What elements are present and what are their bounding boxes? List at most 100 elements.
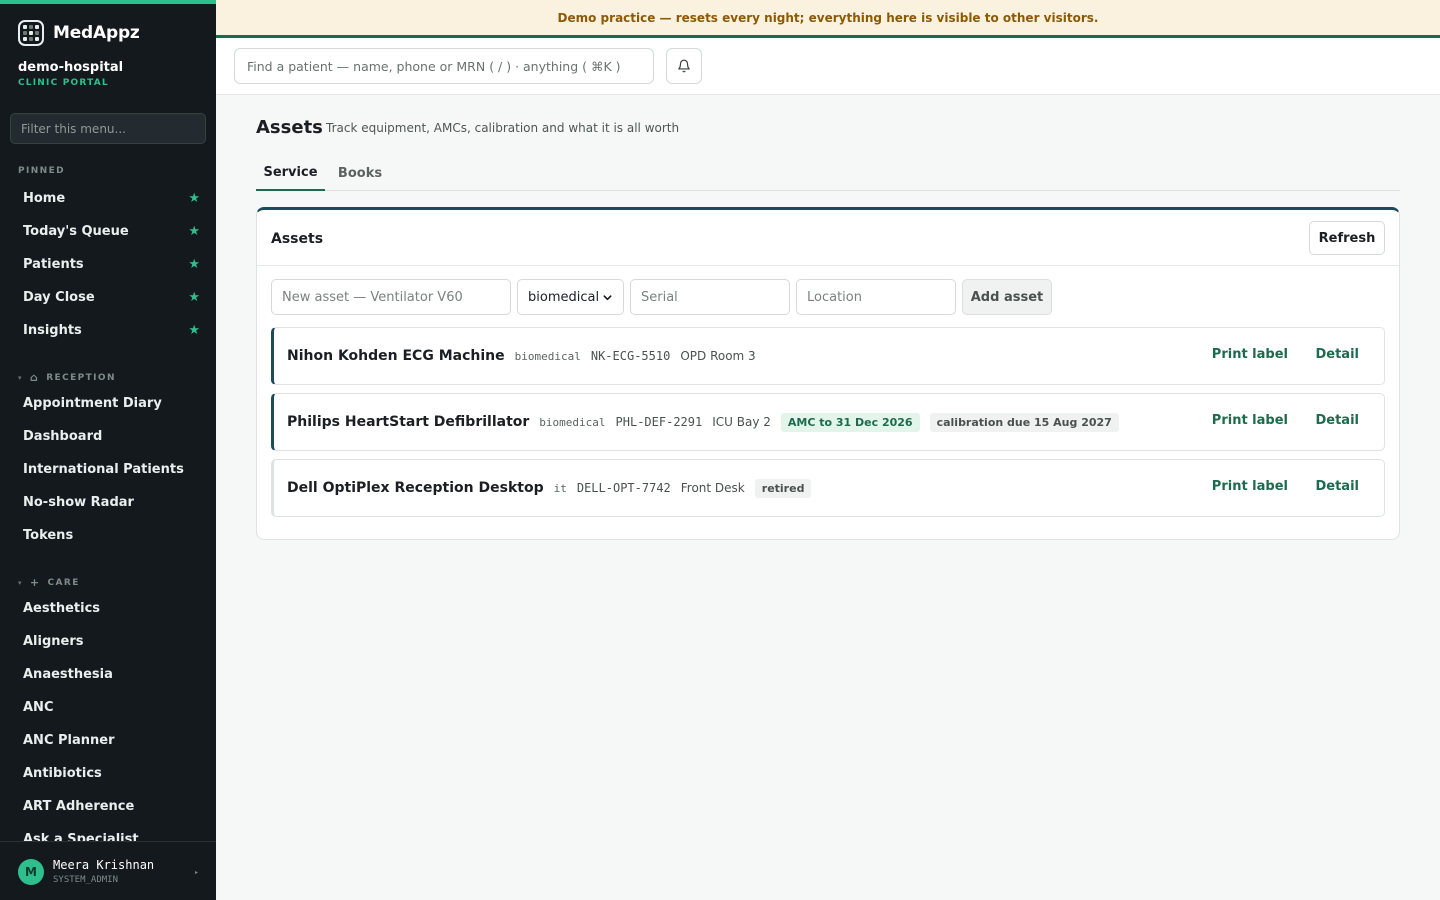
asset-location: Front Desk bbox=[680, 481, 745, 495]
tab-label: Books bbox=[337, 166, 383, 181]
assets-card: Assets Refresh biomedical Add asset Niho… bbox=[256, 207, 1400, 540]
asset-serial: NK-ECG-5510 bbox=[590, 349, 671, 363]
sidebar-item-label: Aesthetics bbox=[23, 600, 101, 616]
sidebar-item-insights[interactable]: Insights ★ bbox=[11, 315, 205, 345]
sidebar-item-label: Antibiotics bbox=[23, 765, 102, 781]
user-name: Meera Krishnan bbox=[53, 858, 155, 872]
notifications-button[interactable] bbox=[666, 48, 702, 84]
sidebar-item-label: Day Close bbox=[23, 289, 95, 305]
detail-link[interactable]: Detail bbox=[1315, 479, 1359, 494]
asset-row: Nihon Kohden ECG Machine biomedical NK-E… bbox=[271, 327, 1385, 385]
sidebar-item-label: Anaesthesia bbox=[23, 666, 113, 682]
demo-banner-text: Demo practice — resets every night; ever… bbox=[557, 10, 1099, 25]
care-section-toggle[interactable]: ▾ + CARE bbox=[18, 576, 80, 589]
detail-link[interactable]: Detail bbox=[1315, 347, 1359, 362]
asset-serial: PHL-DEF-2291 bbox=[615, 415, 703, 429]
print-label-link[interactable]: Print label bbox=[1212, 413, 1288, 428]
pinned-star-icon[interactable]: ★ bbox=[188, 191, 200, 206]
print-label-link[interactable]: Print label bbox=[1212, 479, 1288, 494]
pinned-star-icon[interactable]: ★ bbox=[188, 290, 200, 305]
asset-name: Nihon Kohden ECG Machine bbox=[287, 348, 505, 364]
user-menu[interactable]: M Meera Krishnan SYSTEM_ADMIN ▸ bbox=[0, 841, 216, 900]
sidebar-item-label: Patients bbox=[23, 256, 84, 272]
brand-logo-icon bbox=[18, 20, 44, 46]
asset-serial: DELL-OPT-7742 bbox=[576, 481, 671, 495]
sidebar-item-label: Aligners bbox=[23, 633, 84, 649]
card-title: Assets bbox=[271, 231, 324, 247]
tab-service[interactable]: Service bbox=[256, 156, 325, 191]
serial-input[interactable] bbox=[630, 279, 790, 315]
sidebar-item-aligners[interactable]: Aligners bbox=[11, 626, 205, 656]
status-badge: retired bbox=[754, 478, 812, 498]
patient-search-input[interactable] bbox=[234, 48, 654, 84]
sidebar-item-international-patients[interactable]: International Patients bbox=[11, 454, 205, 484]
care-plus-icon: + bbox=[29, 576, 41, 589]
sidebar-item-anaesthesia[interactable]: Anaesthesia bbox=[11, 659, 205, 689]
collapse-caret-icon: ▾ bbox=[18, 578, 23, 587]
card-divider bbox=[257, 265, 1399, 266]
pinned-section-label: PINNED bbox=[18, 166, 66, 176]
sidebar-item-day-close[interactable]: Day Close ★ bbox=[11, 282, 205, 312]
pinned-star-icon[interactable]: ★ bbox=[188, 257, 200, 272]
asset-name: Philips HeartStart Defibrillator bbox=[287, 414, 530, 430]
calibration-badge: calibration due 15 Aug 2027 bbox=[929, 412, 1119, 432]
asset-info: Nihon Kohden ECG Machine biomedical NK-E… bbox=[287, 328, 756, 384]
section-label-text: RECEPTION bbox=[46, 372, 116, 383]
avatar: M bbox=[18, 859, 44, 885]
sidebar-item-todays-queue[interactable]: Today's Queue ★ bbox=[11, 216, 205, 246]
location-input[interactable] bbox=[796, 279, 956, 315]
reception-section-toggle[interactable]: ▾ ⌂ RECEPTION bbox=[18, 371, 116, 384]
sidebar-item-aesthetics[interactable]: Aesthetics bbox=[11, 593, 205, 623]
add-asset-button[interactable]: Add asset bbox=[962, 279, 1052, 315]
asset-category: biomedical bbox=[514, 349, 581, 363]
user-role: SYSTEM_ADMIN bbox=[53, 875, 119, 885]
sidebar-item-label: ANC Planner bbox=[23, 732, 115, 748]
reception-home-icon: ⌂ bbox=[29, 371, 40, 384]
asset-category: it bbox=[553, 481, 567, 495]
brand-name: MedAppz bbox=[53, 23, 140, 43]
bell-icon bbox=[678, 59, 690, 73]
section-label-text: CARE bbox=[47, 577, 80, 588]
org-subtitle: CLINIC PORTAL bbox=[18, 78, 109, 88]
asset-category: biomedical bbox=[539, 415, 606, 429]
sidebar-item-no-show-radar[interactable]: No-show Radar bbox=[11, 487, 205, 517]
brand[interactable]: MedAppz bbox=[18, 20, 140, 46]
sidebar-item-anc[interactable]: ANC bbox=[11, 692, 205, 722]
detail-link[interactable]: Detail bbox=[1315, 413, 1359, 428]
sidebar: MedAppz demo-hospital CLINIC PORTAL PINN… bbox=[0, 0, 216, 900]
refresh-button[interactable]: Refresh bbox=[1309, 221, 1385, 255]
asset-location: ICU Bay 2 bbox=[712, 415, 771, 429]
sidebar-item-label: International Patients bbox=[23, 461, 184, 477]
sidebar-item-label: No-show Radar bbox=[23, 494, 134, 510]
sidebar-item-label: ART Adherence bbox=[23, 798, 135, 814]
sidebar-item-label: Dashboard bbox=[23, 428, 103, 444]
tab-bar: Service Books bbox=[256, 156, 1400, 191]
sidebar-item-label: Insights bbox=[23, 322, 82, 338]
sidebar-item-antibiotics[interactable]: Antibiotics bbox=[11, 758, 205, 788]
amc-badge: AMC to 31 Dec 2026 bbox=[780, 412, 920, 432]
pinned-star-icon[interactable]: ★ bbox=[188, 224, 200, 239]
sidebar-item-label: ANC bbox=[23, 699, 54, 715]
new-asset-name-input[interactable] bbox=[271, 279, 511, 315]
pinned-star-icon[interactable]: ★ bbox=[188, 323, 200, 338]
tab-books[interactable]: Books bbox=[327, 156, 393, 191]
sidebar-item-patients[interactable]: Patients ★ bbox=[11, 249, 205, 279]
asset-category-select[interactable]: biomedical bbox=[517, 279, 624, 315]
user-menu-caret-icon: ▸ bbox=[194, 869, 198, 876]
org-name: demo-hospital bbox=[18, 60, 124, 75]
sidebar-item-dashboard[interactable]: Dashboard bbox=[11, 421, 205, 451]
sidebar-item-label: Today's Queue bbox=[23, 223, 129, 239]
sidebar-item-appointment-diary[interactable]: Appointment Diary bbox=[11, 388, 205, 418]
sidebar-item-label: Appointment Diary bbox=[23, 395, 162, 411]
print-label-link[interactable]: Print label bbox=[1212, 347, 1288, 362]
sidebar-item-home[interactable]: Home ★ bbox=[11, 183, 205, 213]
sidebar-item-art-adherence[interactable]: ART Adherence bbox=[11, 791, 205, 821]
asset-name: Dell OptiPlex Reception Desktop bbox=[287, 480, 544, 496]
asset-location: OPD Room 3 bbox=[680, 349, 756, 363]
sidebar-item-label: Tokens bbox=[23, 527, 74, 543]
sidebar-item-anc-planner[interactable]: ANC Planner bbox=[11, 725, 205, 755]
menu-filter-input[interactable] bbox=[10, 113, 206, 144]
sidebar-item-tokens[interactable]: Tokens bbox=[11, 520, 205, 550]
asset-category-value: biomedical bbox=[528, 289, 600, 305]
chevron-down-icon bbox=[603, 294, 612, 300]
